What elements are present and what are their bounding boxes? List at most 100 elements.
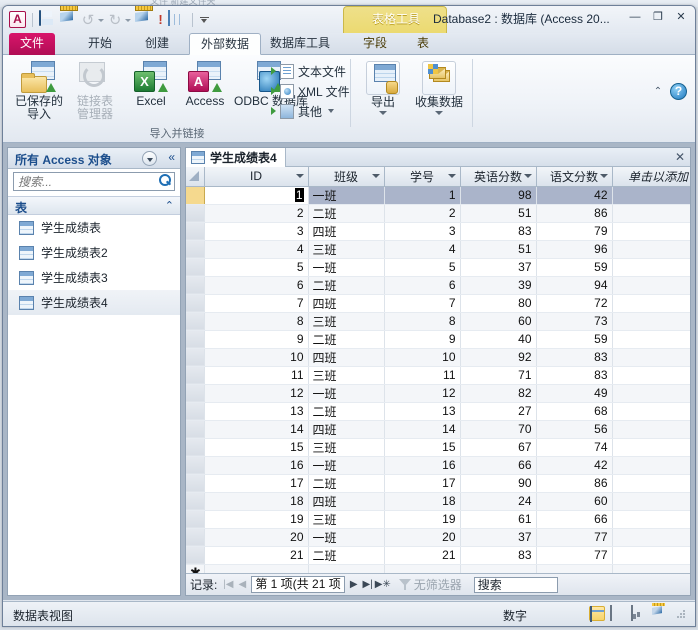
help-button[interactable]: ? — [670, 83, 687, 100]
column-header-class[interactable]: 班级 — [308, 167, 384, 186]
cell-语文分数[interactable]: 77 — [536, 546, 612, 564]
ribbon-button-collect-data[interactable]: 收集数据 — [411, 59, 467, 115]
navigation-group-tables[interactable]: 表 ⌃ — [8, 196, 180, 215]
cell-ID[interactable]: 5 — [204, 258, 308, 276]
cell-ID[interactable]: 18 — [204, 492, 308, 510]
undo-dropdown-icon[interactable] — [98, 16, 105, 23]
cell-学号[interactable]: 13 — [384, 402, 460, 420]
table-row[interactable]: 18四班182460 — [186, 492, 690, 510]
cell-ID[interactable]: 12 — [204, 384, 308, 402]
table-row[interactable]: 19三班196166 — [186, 510, 690, 528]
cell-英语分数[interactable]: 82 — [460, 384, 536, 402]
cell-学号[interactable]: 17 — [384, 474, 460, 492]
row-selector[interactable] — [186, 492, 204, 510]
row-selector[interactable] — [186, 312, 204, 330]
collapse-pane-icon[interactable]: « — [168, 150, 175, 164]
chevron-up-icon[interactable]: ⌃ — [165, 199, 174, 212]
tab-home[interactable]: 开始 — [77, 33, 123, 55]
cell-ID[interactable]: 14 — [204, 420, 308, 438]
cell-班级[interactable]: 一班 — [308, 528, 384, 546]
cell-英语分数[interactable]: 92 — [460, 348, 536, 366]
row-selector[interactable] — [186, 546, 204, 564]
chevron-down-icon[interactable] — [600, 174, 608, 178]
chevron-down-icon[interactable] — [142, 151, 157, 166]
tab-table[interactable]: 表 — [406, 33, 440, 55]
cell-学号[interactable]: 6 — [384, 276, 460, 294]
exclamation-icon[interactable]: ! — [156, 12, 165, 27]
cell-学号[interactable]: 16 — [384, 456, 460, 474]
new-record-cell[interactable] — [204, 564, 308, 573]
chevron-down-icon[interactable] — [524, 174, 532, 178]
cell-英语分数[interactable]: 61 — [460, 510, 536, 528]
cell-语文分数[interactable]: 56 — [536, 420, 612, 438]
table-row[interactable]: 2二班25186 — [186, 204, 690, 222]
ribbon-button-linked-table-manager[interactable]: 链接表 管理器 — [67, 61, 123, 121]
row-selector[interactable] — [186, 204, 204, 222]
cell-add-new[interactable] — [612, 510, 690, 528]
chevron-down-icon[interactable] — [448, 174, 456, 178]
row-selector[interactable] — [186, 222, 204, 240]
tab-create[interactable]: 创建 — [134, 33, 180, 55]
cell-英语分数[interactable]: 71 — [460, 366, 536, 384]
row-selector[interactable] — [186, 474, 204, 492]
cell-add-new[interactable] — [612, 240, 690, 258]
cell-ID[interactable]: 2 — [204, 204, 308, 222]
ribbon-button-saved-imports[interactable]: 已保存的 导入 — [11, 61, 67, 121]
new-record-cell[interactable] — [384, 564, 460, 573]
cell-学号[interactable]: 21 — [384, 546, 460, 564]
cell-英语分数[interactable]: 37 — [460, 528, 536, 546]
row-selector[interactable] — [186, 528, 204, 546]
cell-英语分数[interactable]: 98 — [460, 186, 536, 204]
pivottable-view-button[interactable] — [610, 606, 626, 621]
customize-qat-icon[interactable] — [199, 13, 210, 27]
cell-班级[interactable]: 一班 — [308, 258, 384, 276]
row-selector[interactable] — [186, 294, 204, 312]
cell-学号[interactable]: 18 — [384, 492, 460, 510]
cell-英语分数[interactable]: 39 — [460, 276, 536, 294]
table-row[interactable]: 1一班19842 — [186, 186, 690, 204]
cell-add-new[interactable] — [612, 456, 690, 474]
cell-英语分数[interactable]: 70 — [460, 420, 536, 438]
cell-学号[interactable]: 8 — [384, 312, 460, 330]
cell-add-new[interactable] — [612, 546, 690, 564]
cell-班级[interactable]: 一班 — [308, 186, 384, 204]
cell-语文分数[interactable]: 86 — [536, 474, 612, 492]
restore-button[interactable]: ❐ — [650, 11, 666, 25]
ribbon-item-text-file[interactable]: 文本文件 — [271, 61, 354, 81]
cell-班级[interactable]: 四班 — [308, 492, 384, 510]
cell-语文分数[interactable]: 96 — [536, 240, 612, 258]
cell-班级[interactable]: 三班 — [308, 312, 384, 330]
cell-学号[interactable]: 9 — [384, 330, 460, 348]
table-row[interactable]: 11三班117183 — [186, 366, 690, 384]
cell-班级[interactable]: 二班 — [308, 204, 384, 222]
cell-ID[interactable]: 13 — [204, 402, 308, 420]
table-row[interactable]: 7四班78072 — [186, 294, 690, 312]
cell-班级[interactable]: 三班 — [308, 510, 384, 528]
cell-班级[interactable]: 四班 — [308, 348, 384, 366]
cell-ID[interactable]: 1 — [204, 186, 308, 204]
cell-学号[interactable]: 10 — [384, 348, 460, 366]
cell-语文分数[interactable]: 49 — [536, 384, 612, 402]
minimize-button[interactable]: — — [627, 11, 643, 25]
record-position-input[interactable]: 第 1 项(共 21 项 — [251, 576, 344, 593]
row-selector[interactable] — [186, 348, 204, 366]
cell-学号[interactable]: 20 — [384, 528, 460, 546]
redo-icon[interactable]: ↻ — [108, 13, 122, 27]
first-record-button[interactable]: |◀ — [221, 579, 235, 590]
table-row[interactable]: 14四班147056 — [186, 420, 690, 438]
cell-英语分数[interactable]: 90 — [460, 474, 536, 492]
row-selector[interactable] — [186, 456, 204, 474]
cell-学号[interactable]: 5 — [384, 258, 460, 276]
row-selector[interactable] — [186, 402, 204, 420]
chevron-down-icon[interactable] — [372, 174, 380, 178]
new-record-marker[interactable]: ✱ — [186, 564, 204, 573]
cell-add-new[interactable] — [612, 384, 690, 402]
row-selector[interactable] — [186, 420, 204, 438]
cell-班级[interactable]: 一班 — [308, 384, 384, 402]
cell-英语分数[interactable]: 66 — [460, 456, 536, 474]
cell-班级[interactable]: 一班 — [308, 456, 384, 474]
cell-学号[interactable]: 2 — [384, 204, 460, 222]
ribbon-button-excel[interactable]: X Excel — [123, 61, 179, 108]
redo-dropdown-icon[interactable] — [125, 16, 132, 23]
cell-add-new[interactable] — [612, 528, 690, 546]
